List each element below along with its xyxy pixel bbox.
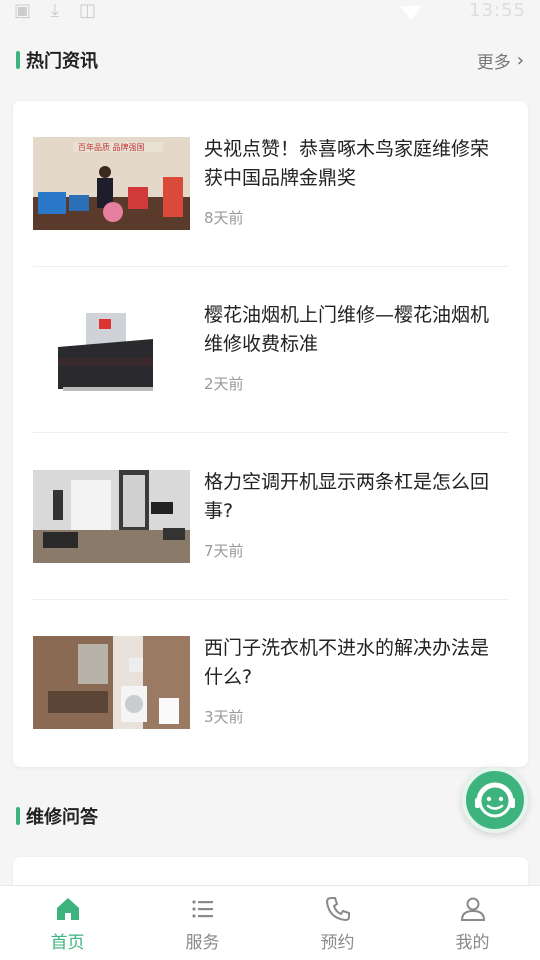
tab-label: 我的 (455, 933, 490, 953)
chevron-right-icon: › (516, 49, 524, 71)
svg-text:百年品质 品牌强国: 百年品质 品牌强国 (78, 142, 145, 152)
news-item[interactable]: 格力空调开机显示两条杠是怎么回事? 7天前 (33, 434, 508, 600)
tab-mine[interactable]: 我的 (405, 886, 540, 960)
tab-label: 首页 (50, 933, 85, 953)
news-text: 央视点赞！恭喜啄木鸟家庭维修荣获中国品牌金鼎奖 8天前 (204, 135, 504, 228)
tab-home[interactable]: 首页 (0, 886, 135, 960)
user-icon (460, 897, 485, 921)
repair-qa-title: 维修问答 (26, 807, 98, 828)
repair-qa-header: 维修问答 (16, 801, 524, 831)
customer-service-button[interactable] (462, 767, 528, 833)
customer-service-icon (475, 782, 515, 818)
status-bar: ▣ ⤓ ◫ 13:55 (0, 0, 540, 24)
news-text: 西门子洗衣机不进水的解决办法是什么? 3天前 (204, 634, 504, 727)
news-text: 樱花油烟机上门维修—樱花油烟机维修收费标准 2天前 (204, 301, 504, 394)
news-title: 西门子洗衣机不进水的解决办法是什么? (204, 637, 490, 688)
list-icon (191, 900, 213, 918)
home-icon (56, 898, 79, 920)
divider (33, 432, 508, 433)
tab-label: 预约 (320, 933, 355, 953)
bathroom-washer-photo (33, 636, 190, 729)
phone-icon (325, 897, 350, 922)
news-item[interactable]: 樱花油烟机上门维修—樱花油烟机维修收费标准 2天前 (33, 267, 508, 433)
hot-news-card: 百年品质 品牌强国 央视点赞！恭喜啄木鸟家庭维修荣获中国品牌金鼎奖 8天前 樱花… (13, 101, 528, 767)
news-time: 8天前 (204, 209, 244, 227)
hot-news-header: 热门资讯 更多 › (16, 45, 524, 75)
news-item[interactable]: 西门子洗衣机不进水的解决办法是什么? 3天前 (33, 600, 508, 767)
news-item[interactable]: 百年品质 品牌强国 央视点赞！恭喜啄木鸟家庭维修荣获中国品牌金鼎奖 8天前 (33, 101, 508, 267)
news-time: 3天前 (204, 708, 244, 726)
section-accent-bar (16, 51, 20, 69)
image-icon: ◫ (78, 0, 96, 21)
hot-news-title: 热门资讯 (26, 51, 98, 72)
status-time: 13:55 (469, 0, 526, 21)
more-link[interactable]: 更多 › (477, 48, 524, 73)
news-title: 樱花油烟机上门维修—樱花油烟机维修收费标准 (204, 304, 490, 355)
section-accent-bar (16, 807, 20, 825)
tab-label: 服务 (185, 933, 220, 953)
news-title: 央视点赞！恭喜啄木鸟家庭维修荣获中国品牌金鼎奖 (204, 138, 490, 189)
notch-indicator (400, 6, 422, 20)
tab-service[interactable]: 服务 (135, 886, 270, 960)
news-title: 格力空调开机显示两条杠是怎么回事? (204, 471, 490, 522)
status-icons-left: ▣ ⤓ ◫ (14, 0, 96, 21)
tab-booking[interactable]: 预约 (270, 886, 405, 960)
bottom-tabbar: 首页 服务 预约 我的 (0, 885, 540, 960)
news-time: 7天前 (204, 542, 244, 560)
gallery-icon: ▣ (14, 0, 32, 21)
range-hood-photo (33, 303, 190, 396)
news-text: 格力空调开机显示两条杠是怎么回事? 7天前 (204, 468, 504, 561)
news-time: 2天前 (204, 375, 244, 393)
more-label: 更多 (476, 52, 511, 73)
download-icon: ⤓ (51, 0, 59, 21)
living-room-photo (33, 470, 190, 563)
award-ceremony-photo: 百年品质 品牌强国 (33, 137, 190, 230)
